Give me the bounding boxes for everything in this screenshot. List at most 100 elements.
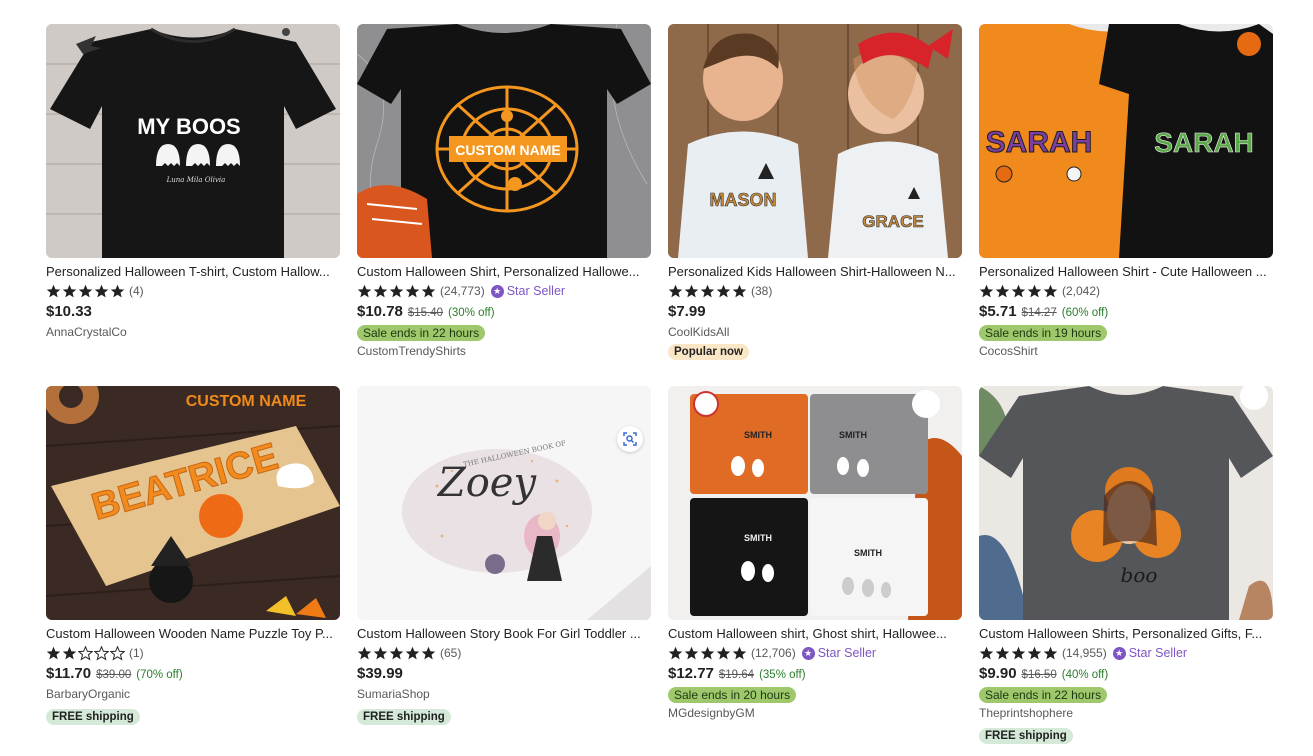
star-filled-icon (357, 646, 372, 659)
star-filled-icon (732, 284, 747, 297)
image-text-3: SMITH (744, 533, 772, 543)
star-filled-icon (110, 284, 125, 297)
listing-title[interactable]: Custom Halloween Wooden Name Puzzle Toy … (46, 625, 338, 642)
listing-title[interactable]: Personalized Halloween Shirt - Cute Hall… (979, 263, 1271, 280)
star-filled-icon (979, 646, 994, 659)
price-row: $39.99 (357, 665, 652, 685)
listing-card[interactable]: MY BOOS Luna Mila Olivia Personalized Ha… (46, 24, 341, 342)
sale-badge: Sale ends in 19 hours (979, 325, 1108, 341)
kids-photo-image: MASON GRACE (668, 24, 962, 258)
price-row: $12.77 $19.64 (35% off) (668, 665, 963, 685)
star-filled-icon (421, 646, 436, 659)
rating-row: (2,042) (979, 281, 1274, 301)
review-count: (14,955) (1062, 646, 1107, 660)
listing-card[interactable]: CUSTOM NAME BEATRICE Custom Halloween Wo… (46, 386, 341, 725)
star-filled-icon (684, 284, 699, 297)
review-count: (1) (129, 646, 144, 660)
image-text-4: SMITH (854, 548, 882, 558)
star-rating (46, 645, 125, 661)
star-filled-icon (716, 646, 731, 659)
star-seller-icon: ★ (490, 284, 504, 298)
sale-badge: Sale ends in 20 hours (668, 687, 797, 703)
price-row: $5.71 $14.27 (60% off) (979, 303, 1274, 323)
shop-name[interactable]: CoolKidsAll (668, 325, 963, 342)
discount: (35% off) (759, 669, 806, 681)
star-filled-icon (373, 284, 388, 297)
listing-grid: MY BOOS Luna Mila Olivia Personalized Ha… (0, 0, 1313, 756)
tshirt-image: MY BOOS Luna Mila Olivia (46, 24, 340, 258)
star-empty-icon (78, 645, 93, 660)
image-text: SARAH (986, 126, 1093, 159)
discount: (70% off) (136, 669, 183, 681)
star-filled-icon (979, 284, 994, 297)
price: $5.71 (979, 303, 1017, 320)
image-text: boo (1121, 563, 1158, 587)
listing-title[interactable]: Custom Halloween Shirt, Personalized Hal… (357, 263, 649, 280)
listing-title[interactable]: Personalized Kids Halloween Shirt-Hallow… (668, 263, 960, 280)
star-filled-icon (46, 284, 61, 297)
star-filled-icon (389, 284, 404, 297)
listing-card[interactable]: MASON GRACE Personalized Kids Halloween … (668, 24, 963, 360)
price: $10.78 (357, 303, 403, 320)
review-count: (38) (751, 284, 773, 298)
sale-badge: Sale ends in 22 hours (979, 687, 1108, 703)
free-shipping-badge: FREE shipping (979, 728, 1073, 744)
star-rating (979, 646, 1058, 661)
image-text: CUSTOM NAME (455, 142, 561, 158)
star-empty-icon (110, 645, 125, 660)
listing-image[interactable]: MY BOOS Luna Mila Olivia (46, 24, 340, 258)
star-seller-icon: ★ (1112, 646, 1126, 660)
listing-image[interactable]: MASON GRACE (668, 24, 962, 258)
star-seller-label: Star Seller (506, 284, 566, 298)
star-filled-icon (995, 646, 1010, 659)
star-seller-label: Star Seller (1128, 646, 1188, 660)
listing-image[interactable]: SARAH SARAH (979, 24, 1273, 258)
listing-card[interactable]: CUSTOM NAME Custom Halloween Shirt, Pers… (357, 24, 652, 361)
shop-name[interactable]: BarbaryOrganic (46, 687, 341, 704)
tshirt-image: SARAH SARAH (979, 24, 1273, 258)
star-filled-icon (357, 284, 372, 297)
price-row: $7.99 (668, 303, 963, 323)
listing-card[interactable]: THE HALLOWEEN BOOK OF Zoey Custom Hallow… (357, 386, 652, 725)
listing-title[interactable]: Custom Halloween Shirts, Personalized Gi… (979, 625, 1271, 642)
listing-title[interactable]: Custom Halloween Story Book For Girl Tod… (357, 625, 649, 642)
star-rating (46, 284, 125, 299)
star-filled-icon (1011, 646, 1026, 659)
listing-image[interactable]: CUSTOM NAME (357, 24, 651, 258)
rating-row: (24,773) ★ Star Seller (357, 281, 652, 301)
listing-card[interactable]: SARAH SARAH Personalized Halloween Shirt… (979, 24, 1274, 361)
tshirt-image: SMITH SMITH SMITH SMITH (668, 386, 962, 620)
price: $7.99 (668, 303, 706, 320)
listing-image[interactable]: CUSTOM NAME BEATRICE (46, 386, 340, 620)
star-empty-icon (94, 645, 109, 660)
shop-name[interactable]: AnnaCrystalCo (46, 325, 341, 342)
price: $9.90 (979, 665, 1017, 682)
visual-search-button[interactable] (617, 426, 643, 452)
star-rating (668, 646, 747, 661)
shop-name[interactable]: SumariaShop (357, 687, 652, 704)
shop-name[interactable]: Theprintshophere (979, 706, 1274, 723)
listing-title[interactable]: Custom Halloween shirt, Ghost shirt, Hal… (668, 625, 960, 642)
star-filled-icon (94, 284, 109, 297)
rating-row: (4) (46, 281, 341, 301)
tshirt-image: boo (979, 386, 1273, 620)
storybook-image: THE HALLOWEEN BOOK OF Zoey (357, 386, 651, 620)
review-count: (24,773) (440, 284, 485, 298)
listing-title[interactable]: Personalized Halloween T-shirt, Custom H… (46, 263, 338, 280)
listing-image[interactable]: boo (979, 386, 1273, 620)
star-filled-icon (405, 646, 420, 659)
image-text: SMITH (744, 430, 772, 440)
listing-card[interactable]: boo Custom Halloween Shirts, Personalize… (979, 386, 1274, 744)
star-seller-icon: ★ (801, 646, 815, 660)
shop-name[interactable]: CocosShirt (979, 344, 1274, 361)
listing-card[interactable]: SMITH SMITH SMITH SMITH Custom Halloween… (668, 386, 963, 723)
price: $11.70 (46, 665, 92, 682)
shop-name[interactable]: MGdesignbyGM (668, 706, 963, 723)
shop-name[interactable]: CustomTrendyShirts (357, 344, 652, 361)
star-filled-icon (668, 646, 683, 659)
star-filled-icon (1027, 284, 1042, 297)
price-row: $10.78 $15.40 (30% off) (357, 303, 652, 323)
listing-image[interactable]: SMITH SMITH SMITH SMITH (668, 386, 962, 620)
listing-image[interactable]: THE HALLOWEEN BOOK OF Zoey (357, 386, 651, 620)
image-text-dark: SARAH (1154, 127, 1254, 158)
